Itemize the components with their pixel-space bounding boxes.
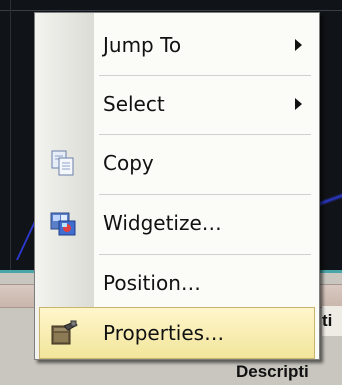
submenu-arrow-icon <box>295 39 302 51</box>
widgetize-icon <box>49 209 77 237</box>
submenu-arrow-icon <box>295 98 302 110</box>
menu-separator <box>99 134 311 135</box>
menu-item-label: Select <box>103 92 165 116</box>
background-column-header[interactable]: ti <box>322 306 342 336</box>
context-menu: Jump To Select Copy Widgetize… Position…… <box>34 12 320 360</box>
properties-icon <box>50 320 78 348</box>
background-description-header-text: Descripti <box>236 362 309 381</box>
menu-item-copy[interactable]: Copy <box>39 137 315 189</box>
menu-item-label: Position… <box>103 271 201 295</box>
menu-separator <box>99 254 311 255</box>
menu-item-jump-to[interactable]: Jump To <box>39 19 315 71</box>
menu-item-position[interactable]: Position… <box>39 257 315 309</box>
menu-item-widgetize[interactable]: Widgetize… <box>39 197 315 249</box>
background-description-header[interactable]: Descripti <box>236 358 309 385</box>
menu-separator <box>99 75 311 76</box>
background-gridline <box>0 10 342 11</box>
menu-separator <box>99 194 311 195</box>
copy-icon <box>49 149 77 177</box>
background-column-header-text: ti <box>322 311 333 330</box>
menu-item-label: Properties… <box>103 321 225 345</box>
menu-item-label: Jump To <box>103 33 182 57</box>
menu-item-select[interactable]: Select <box>39 78 315 130</box>
menu-item-label: Widgetize… <box>103 211 222 235</box>
background-plot-line-right <box>318 130 342 270</box>
menu-item-properties[interactable]: Properties… <box>39 307 315 359</box>
menu-item-label: Copy <box>103 151 154 175</box>
